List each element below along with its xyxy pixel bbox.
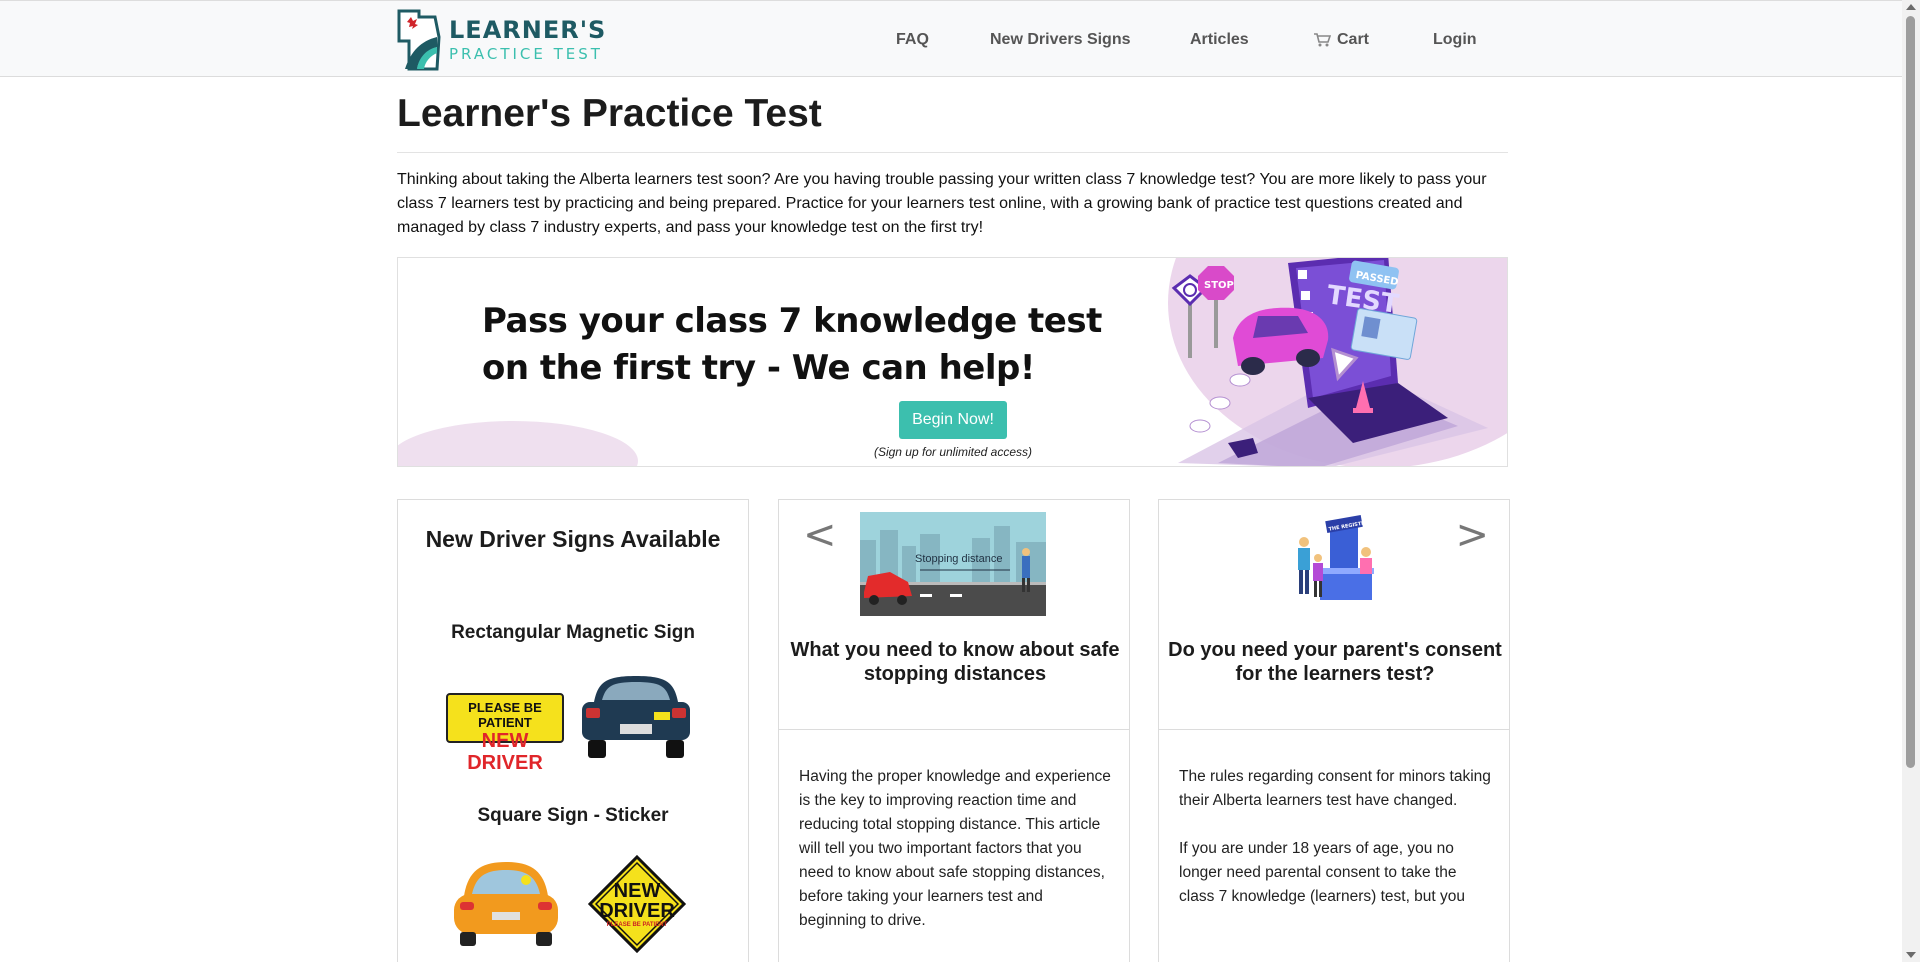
thumbnail-caption: Stopping distance [915,553,1002,565]
magnetic-sign-line1: PLEASE BE PATIENT [468,700,542,730]
begin-now-button[interactable]: Begin Now! [899,401,1007,439]
promo-banner: Pass your class 7 knowledge test on the … [397,257,1508,467]
article-excerpt: The rules regarding consent for minors t… [1179,765,1491,933]
site-logo[interactable]: LEARNER'S PRACTICE TEST [397,6,607,74]
excerpt-paragraph: Having the proper knowledge and experien… [799,768,1111,929]
square-sticker-image[interactable]: NEW DRIVER PLEASE BE PATIENT [587,854,687,954]
rectangular-sign-title: Rectangular Magnetic Sign [451,622,695,643]
navbar: LEARNER'S PRACTICE TEST FAQ New Drivers … [0,0,1902,77]
article-card[interactable]: > THE REGISTRY Do you need your parent's… [1158,499,1510,962]
nav-cart-label: Cart [1337,30,1370,48]
logo-title: LEARNER'S [449,16,607,44]
banner-headline-line2: on the first try - We can help! [482,348,1035,388]
logo-subtitle: PRACTICE TEST [449,45,603,63]
orange-car-illustration [454,862,558,946]
banner-decoration-left [398,421,638,466]
page-scrollbar[interactable] [1902,0,1920,962]
intro-text: Thinking about taking the Alberta learne… [397,171,1487,236]
sticker-line3: PLEASE BE PATIENT [606,922,668,928]
driver-signs-card[interactable]: New Driver Signs Available Rectangular M… [397,499,749,962]
scroll-up-arrow-icon[interactable] [1906,4,1916,10]
excerpt-paragraph: If you are under 18 years of age, you no… [1179,840,1466,905]
scrollbar-thumb[interactable] [1906,16,1915,768]
magnetic-sign-image[interactable]: PLEASE BE PATIENT NEW DRIVER [446,693,564,774]
nav-login[interactable]: Login [1433,1,1477,78]
nav-articles[interactable]: Articles [1190,1,1249,78]
excerpt-paragraph: The rules regarding consent for minors t… [1179,768,1491,809]
square-sign-title: Square Sign - Sticker [477,805,669,826]
art-stop-label: STOP [1204,280,1234,291]
card-divider [1159,729,1509,730]
nav-faq[interactable]: FAQ [896,1,929,78]
sticker-line1: NEW [613,880,661,902]
carousel-prev-button[interactable]: < [803,512,837,558]
sticker-line2: DRIVER [599,900,675,922]
magnetic-sign-line2: NEW DRIVER [467,730,543,774]
nav-new-drivers-signs[interactable]: New Drivers Signs [990,1,1131,78]
scroll-down-arrow-icon[interactable] [1906,952,1916,958]
stopping-distance-thumbnail: Stopping distance [860,512,1046,616]
banner-note: (Sign up for unlimited access) [873,445,1033,459]
signs-card-title: New Driver Signs Available [425,526,721,552]
article-title[interactable]: Do you need your parent's consent for th… [1165,638,1505,686]
carousel-next-button[interactable]: > [1455,512,1489,558]
registry-thumbnail: THE REGISTRY [1298,514,1374,600]
article-title[interactable]: What you need to know about safe stoppin… [785,638,1125,686]
nav-cart[interactable]: Cart [1313,1,1369,78]
article-excerpt: Having the proper knowledge and experien… [799,765,1111,957]
article-card[interactable]: < Stopping distance What you need to kno… [778,499,1130,962]
title-divider [397,152,1508,153]
page-title: Learner's Practice Test [397,92,822,135]
cart-icon [1314,32,1331,46]
banner-headline: Pass your class 7 knowledge test on the … [482,298,1102,392]
laptop-car-illustration: TEST PASSED STOP [1171,258,1488,466]
car-back-illustration [582,676,690,758]
logo-mark-icon [397,9,441,71]
banner-headline-line1: Pass your class 7 knowledge test [482,301,1102,341]
card-divider [779,729,1129,730]
